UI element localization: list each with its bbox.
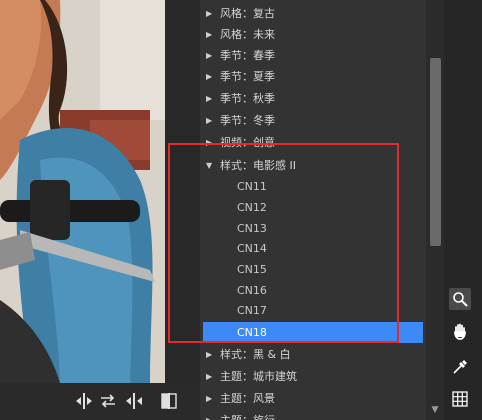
preset-group-season-autumn[interactable]: ▶ 季节：秋季 bbox=[200, 88, 426, 109]
scroll-down-icon[interactable]: ▼ bbox=[428, 404, 442, 416]
expand-arrow-icon: ▶ bbox=[206, 94, 213, 103]
preset-item-label: CN18 bbox=[237, 326, 267, 339]
preset-item[interactable]: CN16 bbox=[200, 280, 426, 301]
preset-item-selected[interactable]: CN18 bbox=[203, 322, 423, 343]
preset-item-label: CN15 bbox=[237, 263, 267, 276]
expand-arrow-icon: ▶ bbox=[206, 138, 213, 147]
preset-group-label: 风格：未来 bbox=[220, 28, 275, 41]
collapse-arrow-icon: ▼ bbox=[206, 161, 213, 170]
compare-panel-icon[interactable] bbox=[158, 390, 180, 412]
split-mirror-icon[interactable] bbox=[123, 390, 145, 412]
expand-arrow-icon: ▶ bbox=[206, 394, 213, 403]
preset-group-theme-urban[interactable]: ▶ 主题：城市建筑 bbox=[200, 366, 426, 387]
preset-group-label: 视频：创意 bbox=[220, 136, 275, 149]
preset-item-label: CN12 bbox=[237, 201, 267, 214]
preset-item-label: CN11 bbox=[237, 180, 267, 193]
zoom-icon[interactable] bbox=[449, 288, 471, 310]
swap-arrows-icon[interactable] bbox=[97, 390, 119, 412]
preset-group-theme-landscape[interactable]: ▶ 主题：风景 bbox=[200, 388, 426, 409]
preset-item[interactable]: CN12 bbox=[200, 197, 426, 218]
preset-group-label: 风格：复古 bbox=[220, 7, 275, 20]
expand-arrow-icon: ▶ bbox=[206, 72, 213, 81]
preset-group-label: 季节：冬季 bbox=[220, 114, 275, 127]
preset-item[interactable]: CN14 bbox=[200, 238, 426, 259]
preset-group-season-summer[interactable]: ▶ 季节：夏季 bbox=[200, 66, 426, 87]
expand-arrow-icon: ▶ bbox=[206, 350, 213, 359]
preset-group-label: 主题：风景 bbox=[220, 392, 275, 405]
preset-group-label: 季节：夏季 bbox=[220, 70, 275, 83]
grid-icon[interactable] bbox=[449, 388, 471, 410]
expand-arrow-icon: ▶ bbox=[206, 116, 213, 125]
preset-group-season-winter[interactable]: ▶ 季节：冬季 bbox=[200, 110, 426, 131]
photo-preview bbox=[0, 0, 165, 383]
expand-arrow-icon: ▶ bbox=[206, 410, 216, 420]
scrollbar-thumb[interactable] bbox=[430, 58, 441, 246]
preset-item[interactable]: CN11 bbox=[200, 176, 426, 197]
split-left-right-icon[interactable] bbox=[73, 390, 95, 412]
expand-arrow-icon: ▶ bbox=[206, 9, 213, 18]
preset-item-label: CN17 bbox=[237, 304, 267, 317]
expand-arrow-icon: ▶ bbox=[206, 372, 213, 381]
preset-item-label: CN13 bbox=[237, 222, 267, 235]
preset-group-label: 样式：黑 & 白 bbox=[220, 348, 291, 361]
hand-icon[interactable] bbox=[449, 320, 471, 342]
preset-group-style-vintage[interactable]: ▶ 风格：复古 bbox=[200, 3, 426, 24]
preset-group-season-spring[interactable]: ▶ 季节：春季 bbox=[200, 45, 426, 66]
expand-arrow-icon: ▶ bbox=[206, 51, 213, 60]
preset-item-label: CN16 bbox=[237, 284, 267, 297]
eyedropper-icon[interactable] bbox=[449, 356, 471, 378]
preset-item[interactable]: CN15 bbox=[200, 259, 426, 280]
preset-group-video-creative[interactable]: ▶ 视频：创意 bbox=[200, 132, 426, 153]
divider bbox=[165, 0, 200, 420]
preset-group-label: 样式：电影感 II bbox=[220, 159, 296, 172]
expand-arrow-icon: ▶ bbox=[206, 30, 213, 39]
preset-group-label: 季节：春季 bbox=[220, 49, 275, 62]
preset-group-label: 主题：城市建筑 bbox=[220, 370, 297, 383]
preset-group-label: 季节：秋季 bbox=[220, 92, 275, 105]
preset-group-label: 主题：旅行 bbox=[220, 410, 275, 420]
preset-item[interactable]: CN13 bbox=[200, 218, 426, 239]
preset-item[interactable]: CN17 bbox=[200, 300, 426, 321]
preset-item-label: CN14 bbox=[237, 242, 267, 255]
preset-group-style-bw[interactable]: ▶ 样式：黑 & 白 bbox=[200, 344, 426, 365]
preset-group-theme-travel[interactable]: ▶ 主题：旅行 bbox=[200, 410, 426, 420]
preset-group-cinematic-ii[interactable]: ▼ 样式：电影感 II bbox=[200, 155, 426, 176]
preset-group-style-future[interactable]: ▶ 风格：未来 bbox=[200, 24, 426, 45]
preset-list: ▶ 风格：复古 ▶ 风格：未来 ▶ 季节：春季 ▶ 季节：夏季 ▶ 季节：秋季 ▶ 季节：冬… bbox=[200, 0, 426, 420]
